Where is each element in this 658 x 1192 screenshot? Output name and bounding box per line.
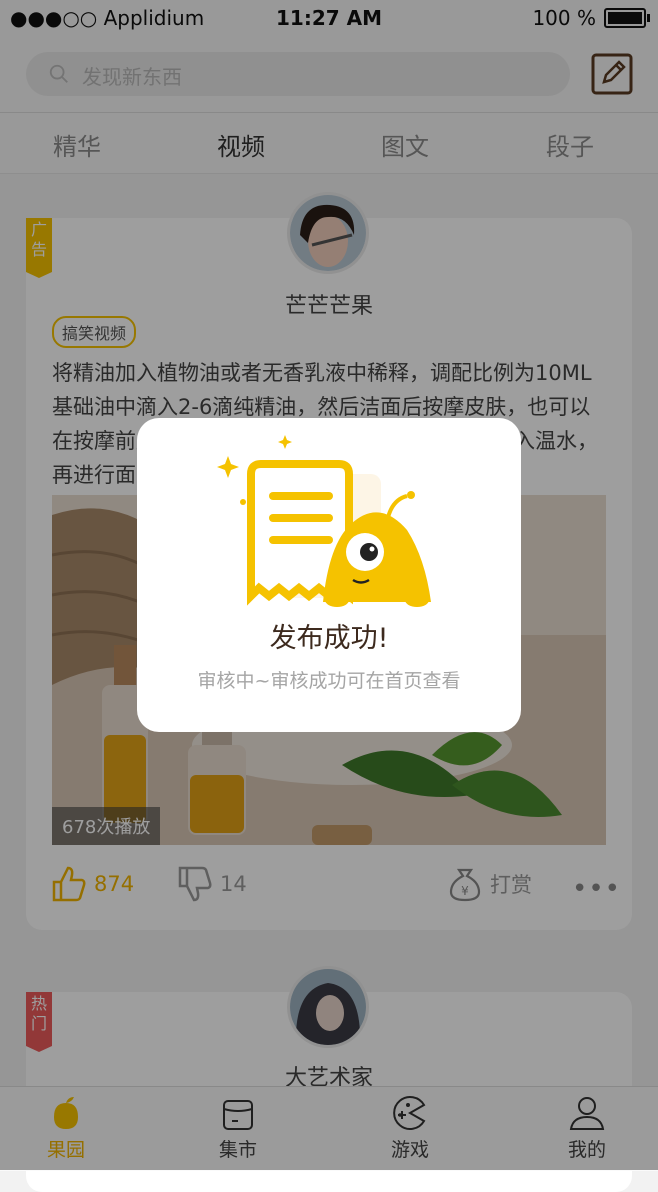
publish-success-dialog[interactable]: 发布成功! 审核中~审核成功可在首页查看 xyxy=(137,418,521,732)
publish-success-illustration xyxy=(217,435,431,607)
dialog-subtitle: 审核中~审核成功可在首页查看 xyxy=(197,670,461,692)
dialog-title: 发布成功! xyxy=(269,623,389,654)
